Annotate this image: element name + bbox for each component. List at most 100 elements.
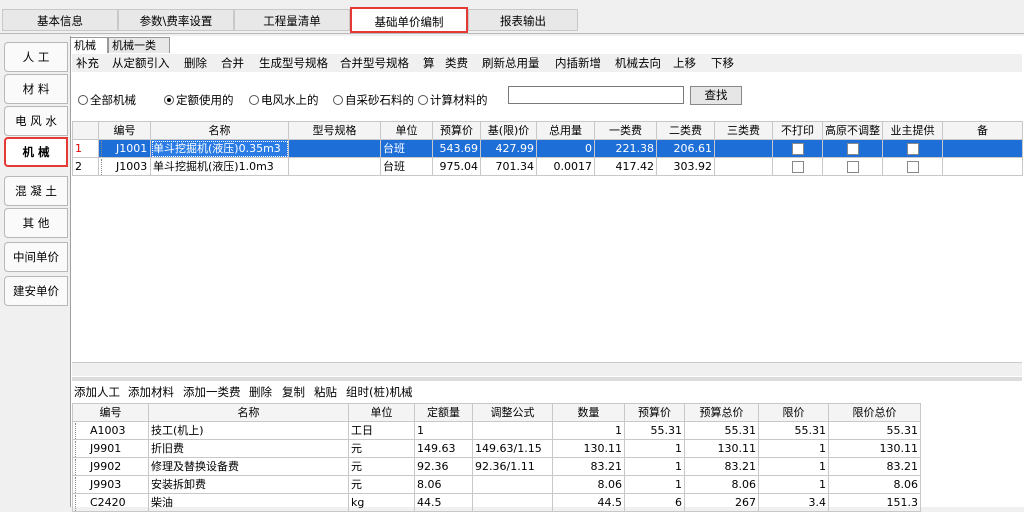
class-fee-button[interactable]: 类费 — [445, 55, 468, 71]
cell-name[interactable]: 安装拆卸费 — [148, 475, 349, 494]
cell-class1[interactable]: 417.42 — [594, 157, 657, 176]
column-header[interactable]: 编号 — [98, 121, 151, 140]
side-tab-utilities[interactable]: 电 风 水 — [4, 106, 68, 136]
cell-formula[interactable]: 92.36/1.11 — [472, 457, 553, 476]
tab-report-output[interactable]: 报表输出 — [468, 9, 578, 31]
table-row[interactable]: 2 J1003 单斗挖掘机(液压)1.0m3 台班 975.04 701.34 … — [72, 157, 1023, 176]
cell-quota[interactable]: 1 — [414, 421, 473, 440]
cell-limit[interactable]: 1 — [758, 457, 829, 476]
column-header[interactable]: 名称 — [150, 121, 289, 140]
cell-code[interactable]: C2420 — [72, 493, 149, 512]
table-row[interactable]: J9901 折旧费 元 149.63 149.63/1.15 130.11 1 … — [72, 439, 921, 458]
owner-supplied-checkbox[interactable] — [906, 142, 919, 155]
cell-total[interactable]: 0.0017 — [536, 157, 595, 176]
cell-price[interactable]: 1 — [624, 439, 685, 458]
cell-remark[interactable] — [942, 157, 1023, 176]
cell-qty[interactable]: 83.21 — [552, 457, 625, 476]
column-header[interactable]: 预算总价 — [684, 403, 759, 422]
side-tab-construction-price[interactable]: 建安单价 — [4, 276, 68, 306]
merge-button[interactable]: 合并 — [221, 55, 244, 71]
radio-all-machinery[interactable]: 全部机械 — [78, 92, 136, 108]
cell-formula[interactable] — [472, 493, 553, 512]
cell-name[interactable]: 柴油 — [148, 493, 349, 512]
cell-budget[interactable]: 543.69 — [432, 139, 481, 158]
no-altitude-checkbox[interactable] — [846, 142, 859, 155]
cell-unit[interactable]: 元 — [348, 439, 415, 458]
group-machinery-button[interactable]: 组时(桩)机械 — [346, 384, 412, 400]
table-row[interactable]: J9903 安装拆卸费 元 8.06 8.06 1 8.06 1 8.06 — [72, 475, 921, 494]
cell-spec[interactable] — [288, 139, 381, 158]
column-header[interactable]: 业主提供 — [882, 121, 943, 140]
cell-total[interactable]: 55.31 — [684, 421, 759, 440]
cell-qty[interactable]: 1 — [552, 421, 625, 440]
cell-limit-total[interactable]: 83.21 — [828, 457, 921, 476]
column-header[interactable]: 限价 — [758, 403, 829, 422]
cell-code[interactable]: J9901 — [72, 439, 149, 458]
side-tab-labor[interactable]: 人 工 — [4, 42, 68, 72]
table-row[interactable]: 1 J1001 单斗挖掘机(液压)0.35m3 台班 543.69 427.99… — [72, 139, 1023, 158]
cell-qty[interactable]: 130.11 — [552, 439, 625, 458]
side-tab-concrete[interactable]: 混 凝 土 — [4, 176, 68, 206]
cell-limit[interactable]: 1 — [758, 439, 829, 458]
cell-qty[interactable]: 44.5 — [552, 493, 625, 512]
tab-bill-of-quantities[interactable]: 工程量清单 — [234, 9, 350, 31]
cell-quota[interactable]: 92.36 — [414, 457, 473, 476]
cell-limit[interactable]: 3.4 — [758, 493, 829, 512]
cell-no-print[interactable] — [772, 157, 823, 176]
cell-limit-total[interactable]: 130.11 — [828, 439, 921, 458]
cell-quota[interactable]: 44.5 — [414, 493, 473, 512]
no-print-checkbox[interactable] — [791, 142, 804, 155]
cell-class3[interactable] — [714, 139, 773, 158]
cell-name[interactable]: 技工(机上) — [148, 421, 349, 440]
table-row[interactable]: J9902 修理及替换设备费 元 92.36 92.36/1.11 83.21 … — [72, 457, 921, 476]
cell-limit[interactable]: 55.31 — [758, 421, 829, 440]
cell-limit-total[interactable]: 151.3 — [828, 493, 921, 512]
table-row[interactable]: C2420 柴油 kg 44.5 44.5 6 267 3.4 151.3 — [72, 493, 921, 512]
column-header[interactable]: 预算价 — [432, 121, 481, 140]
radio-quota-used[interactable]: 定额使用的 — [164, 92, 234, 108]
cell-no-altitude[interactable] — [822, 139, 883, 158]
cell-code[interactable]: A1003 — [72, 421, 149, 440]
column-header[interactable]: 单位 — [380, 121, 433, 140]
subtab-machinery[interactable]: 机械 — [70, 37, 108, 53]
column-header[interactable]: 数量 — [552, 403, 625, 422]
search-button[interactable]: 查找 — [690, 86, 742, 105]
horizontal-scrollbar[interactable] — [72, 362, 1022, 376]
cell-formula[interactable] — [472, 475, 553, 494]
owner-supplied-checkbox[interactable] — [906, 160, 919, 173]
column-header[interactable]: 高原不调整 — [822, 121, 883, 140]
column-header[interactable]: 不打印 — [772, 121, 823, 140]
column-header[interactable]: 编号 — [72, 403, 149, 422]
cell-code[interactable]: J9903 — [72, 475, 149, 494]
cell-unit[interactable]: 元 — [348, 475, 415, 494]
no-altitude-checkbox[interactable] — [846, 160, 859, 173]
cell-qty[interactable]: 8.06 — [552, 475, 625, 494]
paste-button[interactable]: 粘贴 — [314, 384, 337, 400]
subtab-machinery-class1[interactable]: 机械一类费 — [108, 37, 170, 68]
cell-code[interactable]: J1001 — [98, 139, 151, 158]
cell-total[interactable]: 8.06 — [684, 475, 759, 494]
cell-name[interactable]: 折旧费 — [148, 439, 349, 458]
add-class1-fee-button[interactable]: 添加一类费 — [183, 384, 241, 400]
tab-parameters[interactable]: 参数\费率设置 — [118, 9, 234, 31]
column-header[interactable]: 基(限)价 — [480, 121, 537, 140]
tab-base-unit-price[interactable]: 基础单价编制 — [350, 7, 468, 33]
import-from-quota-button[interactable]: 从定额引入 — [112, 55, 170, 71]
copy-button[interactable]: 复制 — [282, 384, 305, 400]
no-print-checkbox[interactable] — [791, 160, 804, 173]
column-header[interactable]: 定额量 — [414, 403, 473, 422]
cell-owner-supplied[interactable] — [882, 157, 943, 176]
radio-sand-gravel[interactable]: 自采砂石料的 — [333, 92, 414, 108]
cell-total[interactable]: 83.21 — [684, 457, 759, 476]
machinery-destination-button[interactable]: 机械去向 — [615, 55, 661, 71]
move-down-button[interactable]: 下移 — [711, 55, 734, 71]
side-tab-other[interactable]: 其 他 — [4, 208, 68, 238]
column-header[interactable]: 三类费 — [714, 121, 773, 140]
cell-base[interactable]: 701.34 — [480, 157, 537, 176]
tab-basic-info[interactable]: 基本信息 — [2, 9, 118, 31]
cell-no-altitude[interactable] — [822, 157, 883, 176]
cell-class1[interactable]: 221.38 — [594, 139, 657, 158]
interpolate-add-button[interactable]: 内插新增 — [555, 55, 601, 71]
cell-total[interactable]: 130.11 — [684, 439, 759, 458]
cell-quota[interactable]: 149.63 — [414, 439, 473, 458]
